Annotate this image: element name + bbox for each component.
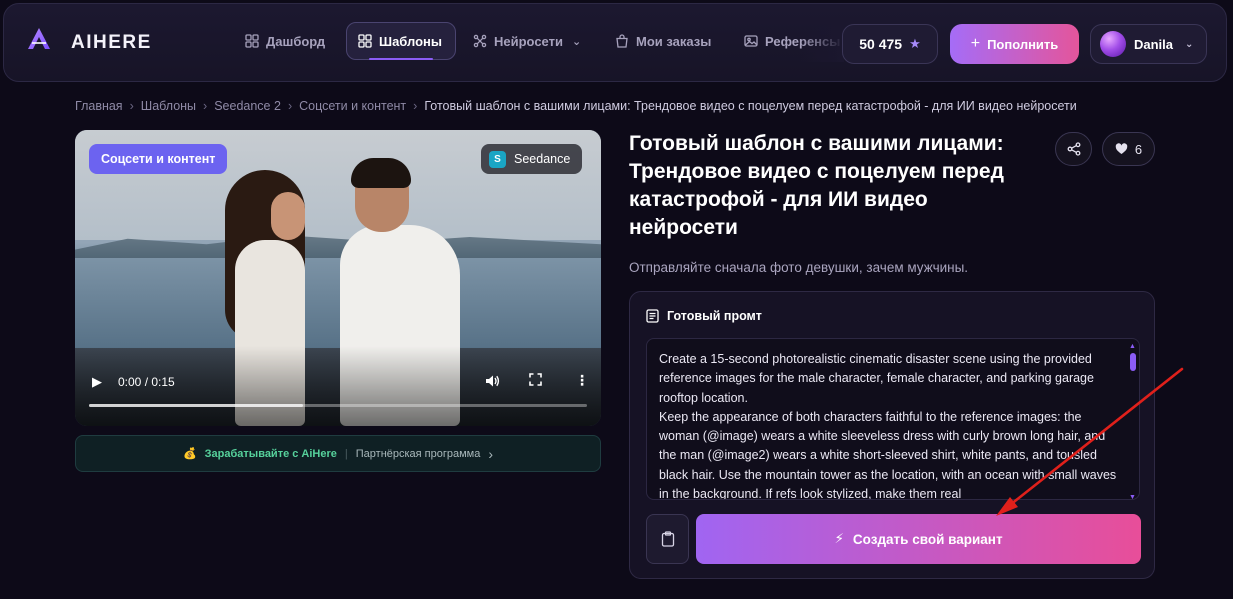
avatar — [1100, 31, 1126, 57]
money-bag-icon: 💰 — [182, 448, 197, 460]
prompt-header-label: Готовый промт — [667, 309, 762, 323]
more-options-icon[interactable]: ⋮ — [575, 372, 589, 389]
topup-label: Пополнить — [987, 36, 1059, 52]
affiliate-earn-text: Зарабатывайте с AiHere — [204, 447, 337, 460]
grid-icon — [358, 34, 372, 48]
breadcrumb-home[interactable]: Главная — [75, 99, 123, 113]
affiliate-banner[interactable]: 💰 Зарабатывайте с AiHere | Партнёрская п… — [75, 435, 601, 472]
video-progress-track[interactable] — [89, 404, 587, 407]
nav-dashboard[interactable]: Дашборд — [234, 22, 336, 60]
network-icon — [473, 34, 487, 48]
chevron-right-icon: › — [287, 99, 293, 113]
breadcrumb-category[interactable]: Соцсети и контент — [299, 99, 406, 113]
active-tab-indicator — [369, 58, 433, 60]
create-variant-label: Создать свой вариант — [852, 531, 1003, 547]
logo[interactable] — [26, 26, 52, 52]
video-controls: ▶ 0:00 / 0:15 ⋮ — [75, 370, 601, 410]
nav-neural-networks[interactable]: Нейросети ⌄ — [462, 22, 592, 60]
nav-dashboard-label: Дашборд — [266, 33, 326, 49]
prompt-card: Готовый промт Create a 15-second photore… — [629, 291, 1155, 579]
nav-scroll-fade — [800, 20, 844, 62]
prompt-scrollbar[interactable]: ▲ ▼ — [1129, 343, 1136, 499]
chevron-right-icon: › — [488, 445, 494, 462]
image-icon — [744, 35, 758, 47]
balance-value: 50 475 — [859, 36, 903, 52]
create-variant-button[interactable]: ⚡ Создать свой вариант — [696, 514, 1141, 564]
prompt-text: Create a 15-second photorealistic cinema… — [659, 352, 1117, 500]
page-title: Готовый шаблон с вашими лицами: Трендово… — [629, 132, 1004, 239]
chevron-right-icon: › — [129, 99, 134, 113]
chevron-down-icon: ⌄ — [1185, 38, 1194, 50]
scrollbar-thumb[interactable] — [1130, 353, 1136, 371]
nav-neural-networks-label: Нейросети — [494, 33, 563, 49]
nav-templates[interactable]: Шаблоны — [346, 22, 456, 60]
logo-mark-icon — [28, 28, 50, 49]
copy-prompt-button[interactable] — [646, 514, 689, 564]
video-time: 0:00 / 0:15 — [118, 375, 175, 389]
logo-text[interactable]: AIHERE — [71, 32, 152, 54]
like-count: 6 — [1134, 141, 1143, 157]
prompt-header: Готовый промт — [646, 309, 762, 323]
model-badge-label: Seedance — [514, 152, 571, 166]
video-frame-woman-face — [271, 192, 305, 240]
template-description: Отправляйте сначала фото девушки, зачем … — [629, 260, 969, 275]
bolt-icon: ⚡ — [834, 531, 844, 546]
category-badge[interactable]: Соцсети и контент — [89, 144, 228, 174]
nav-templates-label: Шаблоны — [379, 33, 442, 49]
fullscreen-icon[interactable] — [529, 373, 542, 389]
user-name: Danila — [1134, 36, 1174, 52]
breadcrumb: Главная › Шаблоны › Seedance 2 › Соцсети… — [75, 99, 1077, 113]
chevron-right-icon: › — [413, 99, 418, 113]
user-menu[interactable]: Danila ⌄ — [1090, 24, 1207, 64]
like-button[interactable]: 6 — [1102, 132, 1155, 166]
heart-icon — [1115, 143, 1128, 154]
document-icon — [646, 309, 659, 323]
share-icon — [1067, 142, 1080, 156]
video-frame-man-hair — [351, 158, 411, 188]
clipboard-icon — [661, 531, 674, 547]
chevron-down-icon: ⌄ — [571, 35, 582, 48]
prompt-textarea[interactable]: Create a 15-second photorealistic cinema… — [646, 338, 1140, 500]
model-badge[interactable]: S Seedance — [481, 144, 583, 174]
scroll-up-icon[interactable]: ▲ — [1129, 343, 1136, 350]
star-icon: ★ — [909, 36, 921, 51]
seedance-logo-icon: S — [489, 150, 506, 168]
breadcrumb-model[interactable]: Seedance 2 — [214, 99, 281, 113]
volume-icon[interactable] — [485, 374, 500, 391]
divider: | — [344, 447, 348, 460]
play-icon[interactable]: ▶ — [92, 374, 102, 390]
nav-my-orders-label: Мои заказы — [636, 33, 712, 49]
grid-icon — [245, 34, 259, 48]
balance-badge[interactable]: 50 475 ★ — [842, 24, 938, 64]
affiliate-program-text: Партнёрская программа — [355, 447, 481, 460]
topup-button[interactable]: + Пополнить — [950, 24, 1079, 64]
bag-icon — [616, 34, 628, 48]
breadcrumb-templates[interactable]: Шаблоны — [141, 99, 196, 113]
plus-icon: + — [970, 35, 981, 52]
share-button[interactable] — [1055, 132, 1092, 166]
breadcrumb-current: Готовый шаблон с вашими лицами: Трендово… — [424, 99, 1077, 113]
scroll-down-icon[interactable]: ▼ — [1129, 494, 1136, 499]
chevron-right-icon: › — [203, 99, 208, 113]
video-buffered-bar — [89, 404, 304, 407]
nav-my-orders[interactable]: Мои заказы — [604, 22, 722, 60]
